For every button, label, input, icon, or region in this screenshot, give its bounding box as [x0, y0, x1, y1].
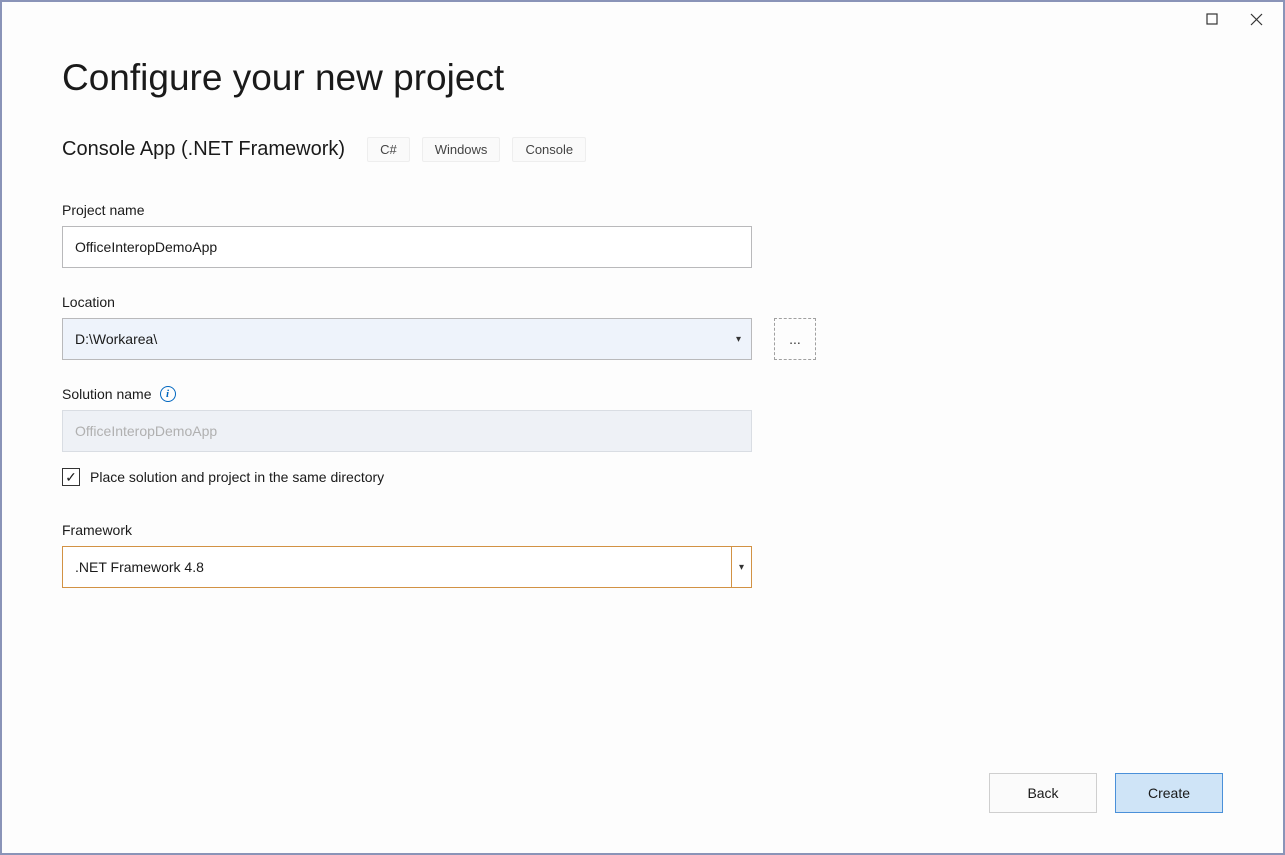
- page-title: Configure your new project: [62, 57, 1223, 99]
- close-icon[interactable]: [1249, 12, 1263, 26]
- chevron-down-icon: ▾: [736, 334, 741, 345]
- restore-icon[interactable]: [1205, 12, 1219, 26]
- info-icon[interactable]: i: [160, 386, 176, 402]
- template-name: Console App (.NET Framework): [62, 138, 345, 161]
- same-directory-checkbox[interactable]: ✓: [62, 468, 80, 486]
- location-value: D:\Workarea\: [75, 331, 157, 347]
- location-combo[interactable]: D:\Workarea\ ▾: [62, 318, 752, 360]
- browse-button[interactable]: ...: [774, 318, 816, 360]
- framework-combo[interactable]: .NET Framework 4.8 ▾: [62, 546, 752, 588]
- tag-type: Console: [512, 137, 586, 162]
- solution-name-input: OfficeInteropDemoApp: [62, 410, 752, 452]
- chevron-down-icon: ▾: [731, 547, 751, 587]
- same-directory-label: Place solution and project in the same d…: [90, 469, 384, 485]
- tag-platform: Windows: [422, 137, 501, 162]
- framework-label: Framework: [62, 522, 1223, 538]
- back-button[interactable]: Back: [989, 773, 1097, 813]
- create-button[interactable]: Create: [1115, 773, 1223, 813]
- location-label: Location: [62, 294, 1223, 310]
- solution-name-label: Solution name: [62, 386, 152, 402]
- framework-value: .NET Framework 4.8: [63, 547, 731, 587]
- project-name-input[interactable]: [62, 226, 752, 268]
- tag-language: C#: [367, 137, 410, 162]
- project-name-label: Project name: [62, 202, 1223, 218]
